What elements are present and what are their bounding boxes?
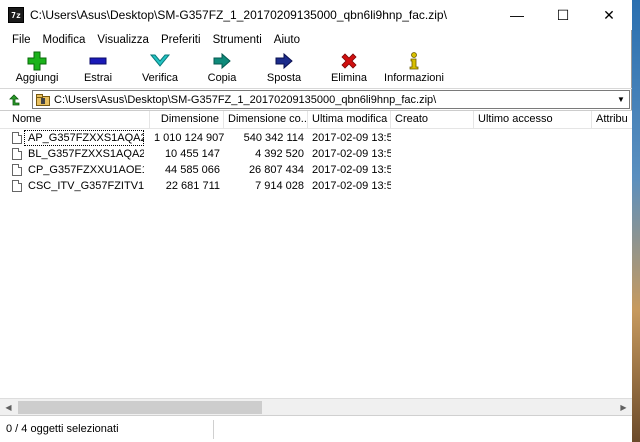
menu-aiuto[interactable]: Aiuto [268,34,306,46]
menu-strumenti[interactable]: Strumenti [207,34,268,46]
add-label: Aggiungi [15,72,59,84]
file-icon [12,180,22,192]
copy-label: Copia [207,72,237,84]
file-name: CP_G357FZXXU1AOE1_... [28,164,144,176]
file-packed-size: 26 807 434 [248,164,304,176]
selection-status: 0 / 4 oggetti selezionati [6,423,119,435]
address-bar: C:\Users\Asus\Desktop\SM-G357FZ_1_201702… [0,88,632,110]
move-button[interactable]: Sposta [264,50,304,88]
address-field[interactable]: C:\Users\Asus\Desktop\SM-G357FZ_1_201702… [32,90,630,109]
file-size: 1 010 124 907 [154,132,224,144]
status-divider [213,420,214,439]
file-icon [12,132,22,144]
delete-icon [340,50,358,72]
menu-visualizza[interactable]: Visualizza [91,34,155,46]
column-created[interactable]: Creato [391,111,474,129]
scroll-left-icon[interactable]: ◀ [0,399,17,416]
scroll-thumb[interactable] [18,401,262,414]
file-size: 44 585 066 [164,164,220,176]
file-name: AP_G357FZXXS1AQA2_... [24,130,144,146]
file-icon [12,148,22,160]
table-row[interactable]: BL_G357FZXXS1AQA2_C... 10 455 147 4 392 … [0,146,632,162]
up-folder-button[interactable] [0,89,26,111]
maximize-button[interactable]: ☐ [540,0,586,30]
test-label: Verifica [141,72,179,84]
column-headers: Nome Dimensione Dimensione co... Ultima … [0,111,632,129]
file-packed-size: 4 392 520 [255,148,304,160]
info-icon [407,50,421,72]
menu-preferiti[interactable]: Preferiti [155,34,207,46]
minimize-button[interactable]: — [494,0,540,30]
address-dropdown-icon[interactable]: ▼ [613,95,629,104]
move-icon [274,50,294,72]
horizontal-scrollbar[interactable]: ◀ ▶ [0,398,632,415]
add-icon [27,50,47,72]
info-label: Informazioni [384,72,444,84]
extract-button[interactable]: Estrai [78,50,118,88]
close-button[interactable]: ✕ [586,0,632,30]
delete-label: Elimina [330,72,368,84]
info-button[interactable]: Informazioni [384,50,444,88]
menu-modifica[interactable]: Modifica [37,34,92,46]
file-modified: 2017-02-09 13:51 [312,164,391,176]
address-path: C:\Users\Asus\Desktop\SM-G357FZ_1_201702… [54,93,437,106]
move-label: Sposta [266,72,302,84]
file-modified: 2017-02-09 13:50 [312,132,391,144]
scroll-right-icon[interactable]: ▶ [615,399,632,416]
column-size[interactable]: Dimensione [150,111,224,129]
file-name: CSC_ITV_G357FZITV1A... [28,180,144,192]
table-row[interactable]: CP_G357FZXXU1AOE1_... 44 585 066 26 807 … [0,162,632,178]
copy-button[interactable]: Copia [202,50,242,88]
toolbar: Aggiungi Estrai Verifica Copia Sposta El… [0,50,632,88]
table-row[interactable]: AP_G357FZXXS1AQA2_... 1 010 124 907 540 … [0,130,632,146]
window-title: C:\Users\Asus\Desktop\SM-G357FZ_1_201702… [30,8,447,22]
menu-file[interactable]: File [6,34,37,46]
column-modified[interactable]: Ultima modifica [308,111,391,129]
archive-window: 7z C:\Users\Asus\Desktop\SM-G357FZ_1_201… [0,0,632,442]
file-size: 10 455 147 [164,148,220,160]
file-size: 22 681 711 [165,180,220,192]
delete-button[interactable]: Elimina [326,50,372,88]
file-name: BL_G357FZXXS1AQA2_C... [28,148,144,160]
file-modified: 2017-02-09 13:51 [312,180,391,192]
column-attributes[interactable]: Attribu [592,111,632,129]
status-bar: 0 / 4 oggetti selezionati [0,415,632,442]
column-name[interactable]: Nome [8,111,150,129]
7zip-app-icon[interactable]: 7z [8,7,24,23]
archive-icon [36,93,50,106]
file-packed-size: 540 342 114 [243,132,304,144]
test-icon [149,50,171,72]
copy-icon [212,50,232,72]
file-modified: 2017-02-09 13:50 [312,148,391,160]
column-packed-size[interactable]: Dimensione co... [224,111,308,129]
add-button[interactable]: Aggiungi [14,50,60,88]
extract-label: Estrai [83,72,113,84]
extract-icon [88,50,108,72]
file-packed-size: 7 914 028 [255,180,304,192]
menu-bar: File Modifica Visualizza Preferiti Strum… [0,30,632,50]
test-button[interactable]: Verifica [140,50,180,88]
title-bar[interactable]: 7z C:\Users\Asus\Desktop\SM-G357FZ_1_201… [0,0,632,30]
table-row[interactable]: CSC_ITV_G357FZITV1A... 22 681 711 7 914 … [0,178,632,194]
file-list[interactable]: Nome Dimensione Dimensione co... Ultima … [0,110,632,398]
file-icon [12,164,22,176]
up-arrow-icon [9,93,20,105]
column-accessed[interactable]: Ultimo accesso [474,111,592,129]
